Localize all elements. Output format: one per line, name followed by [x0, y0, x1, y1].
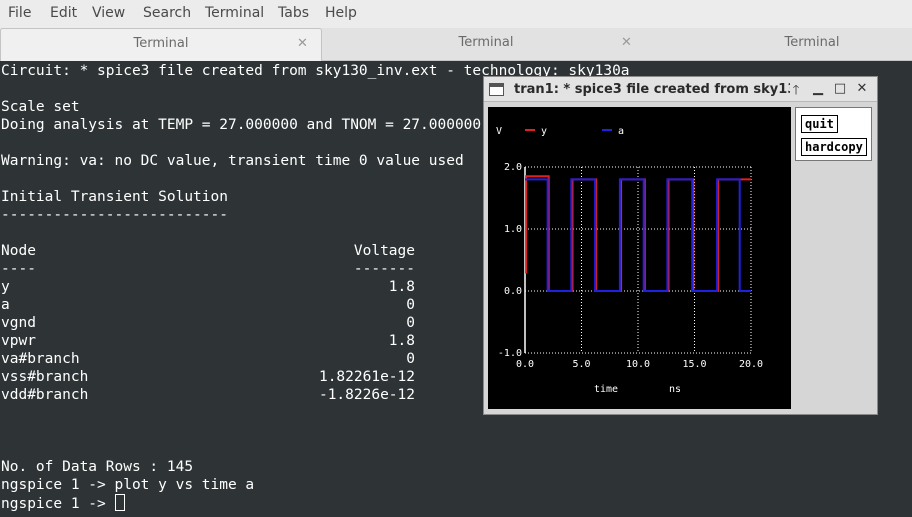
voltage-header: Voltage	[353, 243, 415, 259]
x-tick-label: 10.0	[626, 359, 650, 370]
x-tick-label: 5.0	[572, 359, 590, 370]
y-tick-label: 2.0	[504, 162, 522, 173]
terminal-line: Warning: va: no DC value, transient time…	[1, 153, 464, 169]
node-name: a	[1, 297, 10, 313]
tab-terminal-2[interactable]: Terminal ✕	[323, 28, 649, 61]
terminal-line: No. of Data Rows : 145	[1, 459, 194, 475]
plot-buttons-panel: quit hardcopy	[795, 107, 872, 161]
menu-file[interactable]: File	[8, 5, 31, 21]
window-menu-icon[interactable]	[489, 83, 504, 96]
y-tick-label: -1.0	[498, 348, 522, 359]
shade-up-icon[interactable]: 🡑	[788, 81, 804, 103]
text-cursor	[114, 494, 125, 511]
x-tick-label: 15.0	[682, 359, 706, 370]
node-value: 0	[406, 315, 415, 331]
plot-canvas[interactable]: 2.0 1.0 0.0 -1.0 0.0 5.0 10.0 15.0 20.0 Vtime ns y a	[488, 107, 791, 409]
plot-window-title: tran1: * spice3 file created from sky130…	[514, 82, 790, 97]
tab-label: Terminal	[784, 35, 840, 50]
tab-terminal-3[interactable]: Terminal	[650, 28, 912, 61]
plot-svg: 2.01.00.0-1.00.0 5.0 10.0 15.0 20.0Vtime nsy a	[496, 126, 763, 395]
quit-button[interactable]: quit	[801, 115, 838, 133]
terminal-line: --------------------------	[1, 207, 228, 223]
tab-label: Terminal	[133, 36, 189, 51]
menu-view[interactable]: View	[92, 5, 125, 21]
close-icon[interactable]: ✕	[854, 81, 870, 96]
node-value: 1.8	[388, 333, 415, 349]
node-name: vdd#branch	[1, 387, 89, 403]
close-icon[interactable]: ✕	[621, 35, 632, 50]
node-value: -1.8226e-12	[318, 387, 415, 403]
node-dashes: ----	[1, 261, 36, 277]
node-name: vss#branch	[1, 369, 89, 385]
x-unit-label: ns	[669, 384, 681, 395]
terminal-line: Initial Transient Solution	[1, 189, 228, 205]
terminal-prompt[interactable]: ngspice 1 ->	[1, 494, 125, 513]
tab-terminal-1[interactable]: Terminal ✕	[0, 28, 322, 61]
node-name: y	[1, 279, 10, 295]
menu-help[interactable]: Help	[325, 5, 357, 21]
x-tick-label: 20.0	[739, 359, 763, 370]
maximize-icon[interactable]: □	[832, 81, 848, 96]
terminal-line: Scale set	[1, 99, 80, 115]
voltage-dashes: -------	[353, 261, 415, 277]
node-value: 0	[406, 351, 415, 367]
node-value: 1.82261e-12	[318, 369, 415, 385]
series-line-a	[525, 178, 751, 292]
x-axis-label: time	[594, 384, 618, 395]
menu-terminal[interactable]: Terminal	[205, 5, 264, 21]
node-name: vgnd	[1, 315, 36, 331]
node-header: Node	[1, 243, 36, 259]
menu-tabs[interactable]: Tabs	[278, 5, 309, 21]
menu-bar: File Edit View Search Terminal Tabs Help	[0, 0, 912, 28]
y-tick-label: 0.0	[504, 286, 522, 297]
prompt-text: ngspice 1 ->	[1, 496, 115, 512]
hardcopy-button[interactable]: hardcopy	[801, 138, 867, 156]
x-tick-label: 0.0	[516, 359, 534, 370]
terminal-line: ngspice 1 -> plot y vs time a	[1, 477, 255, 493]
legend-label: a	[618, 126, 624, 137]
tab-label: Terminal	[458, 35, 514, 50]
terminal-line: Doing analysis at TEMP = 27.000000 and T…	[1, 117, 482, 133]
menu-edit[interactable]: Edit	[50, 5, 77, 21]
plot-titlebar[interactable]: tran1: * spice3 file created from sky130…	[484, 77, 877, 102]
minimize-icon[interactable]: ▁	[810, 81, 826, 96]
plot-window[interactable]: tran1: * spice3 file created from sky130…	[483, 76, 878, 415]
legend-label: y	[541, 126, 547, 137]
tab-bar: Terminal ✕ Terminal ✕ Terminal	[0, 28, 912, 61]
node-value: 1.8	[388, 279, 415, 295]
node-name: va#branch	[1, 351, 80, 367]
node-value: 0	[406, 297, 415, 313]
menu-search[interactable]: Search	[143, 5, 191, 21]
close-icon[interactable]: ✕	[297, 36, 308, 51]
y-tick-label: 1.0	[504, 224, 522, 235]
y-axis-label: V	[496, 126, 502, 137]
node-name: vpwr	[1, 333, 36, 349]
